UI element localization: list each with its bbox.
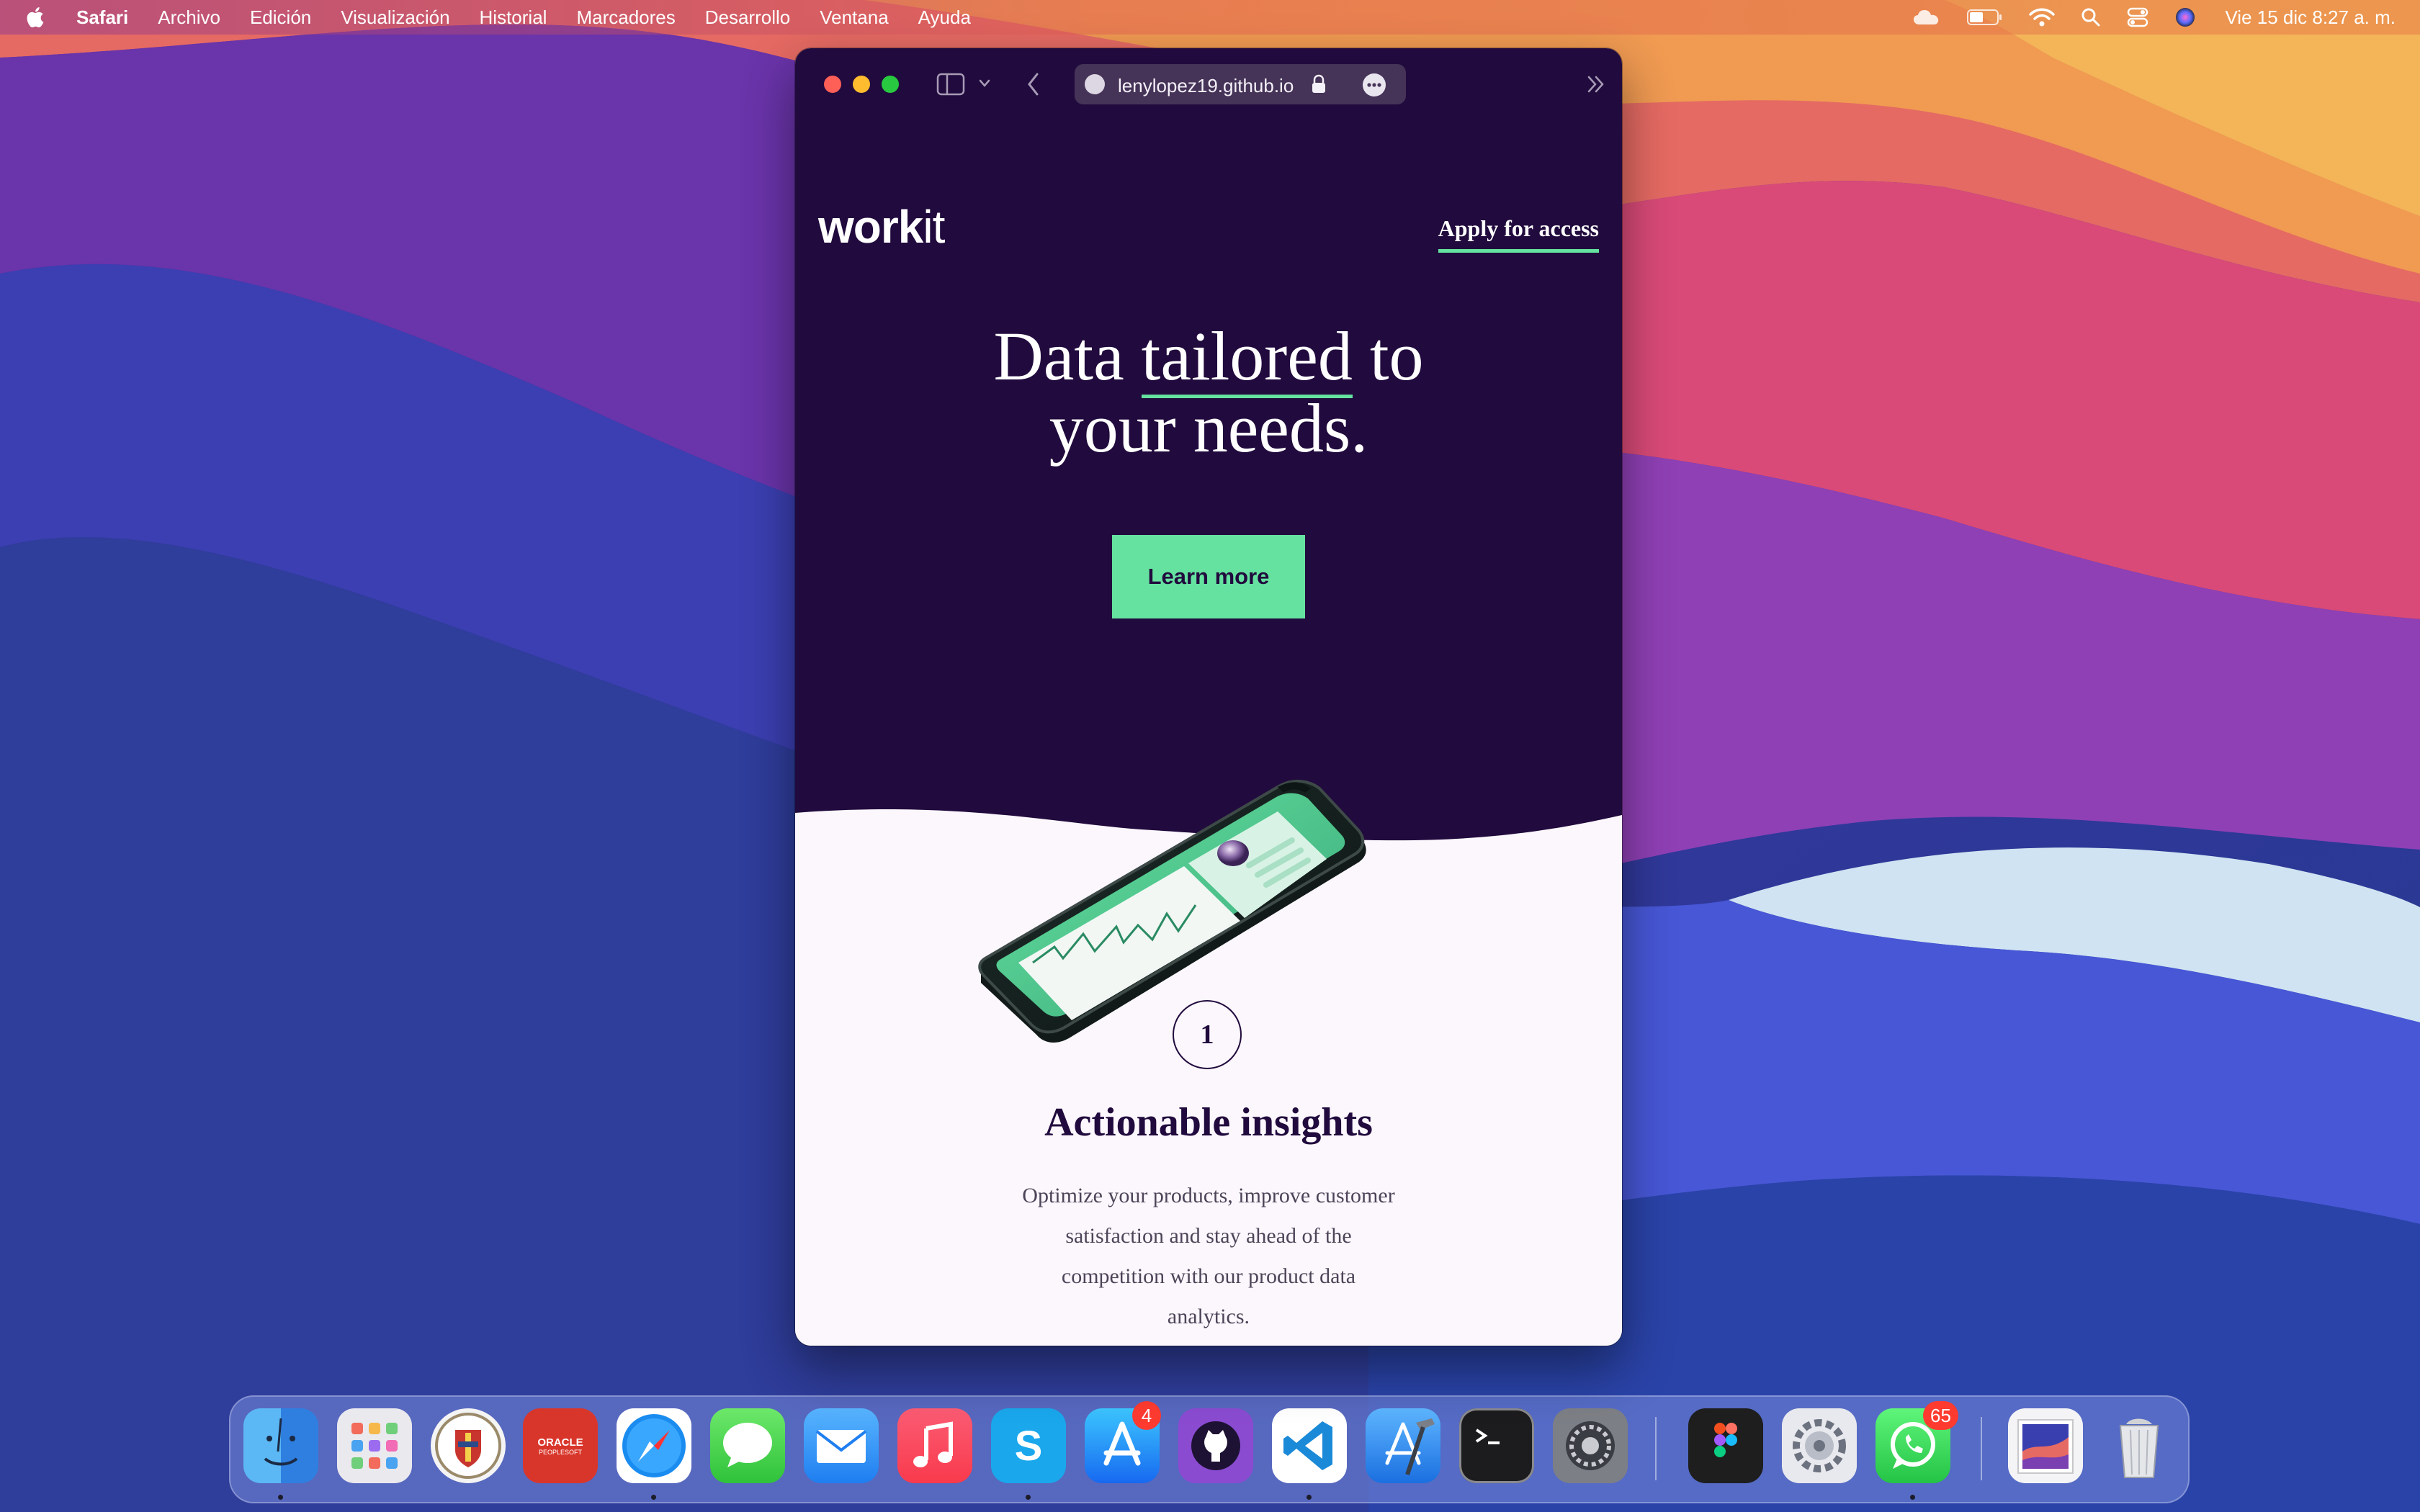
browser-toolbar: lenylopez19.github.io (795, 48, 1622, 120)
learn-more-button[interactable]: Learn more (1112, 535, 1305, 618)
wifi-icon[interactable] (2029, 7, 2056, 27)
siri-icon[interactable] (2174, 6, 2196, 28)
xcode-icon[interactable] (1366, 1408, 1440, 1483)
window-minimize-button[interactable] (853, 76, 870, 93)
headline-line-2: your needs. (1049, 390, 1368, 467)
site-favicon-icon (1085, 74, 1105, 94)
whatsapp-running-indicator (1910, 1495, 1915, 1500)
menu-archivo[interactable]: Archivo (158, 6, 220, 29)
preview-icon[interactable] (2008, 1408, 2083, 1483)
app-store-badge: 4 (1132, 1401, 1161, 1430)
feature-description: Optimize your products, improve customer… (1022, 1184, 1395, 1328)
menu-edicion[interactable]: Edición (250, 6, 311, 29)
hero-headline: Data tailored to your needs. (795, 318, 1622, 467)
site-logo[interactable]: workit (818, 201, 945, 253)
peoplesoft-label: PEOPLESOFT (538, 1448, 583, 1456)
apple-logo-icon[interactable] (26, 5, 48, 30)
oracle-label: ORACLE (537, 1436, 583, 1449)
icloud-icon[interactable] (1912, 9, 1941, 26)
back-icon[interactable] (1026, 72, 1041, 96)
menu-ventana[interactable]: Ventana (820, 6, 888, 29)
trash-icon[interactable] (2102, 1408, 2177, 1483)
music-icon[interactable] (897, 1408, 972, 1483)
logo-bold-text: work (818, 201, 923, 253)
menu-visualizacion[interactable]: Visualización (341, 6, 449, 29)
safari-window: lenylopez19.github.io workit Apply for a… (795, 48, 1622, 1346)
sidebar-icon[interactable] (936, 73, 965, 96)
menu-historial[interactable]: Historial (480, 6, 547, 29)
step-number-badge: 1 (1173, 1000, 1242, 1069)
mail-icon[interactable] (804, 1408, 879, 1483)
finder-icon[interactable] (243, 1408, 318, 1483)
launchpad-icon[interactable] (337, 1408, 412, 1483)
institution-app-icon[interactable] (431, 1408, 506, 1483)
whatsapp-badge: 65 (1923, 1401, 1958, 1430)
system-settings-icon[interactable] (1553, 1408, 1628, 1483)
github-desktop-icon[interactable] (1178, 1408, 1253, 1483)
dock-separator (1655, 1417, 1657, 1480)
skype-icon[interactable]: S (991, 1408, 1066, 1483)
dock: ORACLE PEOPLESOFT S 4 65 (229, 1395, 2190, 1503)
chevron-down-icon[interactable] (978, 78, 991, 89)
double-chevron-icon[interactable] (1585, 74, 1608, 94)
terminal-icon[interactable] (1459, 1408, 1534, 1483)
headline-highlight: tailored (1141, 318, 1353, 398)
headline-part-1: Data (993, 318, 1142, 395)
headline-part-2: to (1352, 318, 1424, 395)
menu-bar: Safari Archivo Edición Visualización His… (0, 0, 2420, 35)
menu-clock[interactable]: Vie 15 dic 8:27 a. m. (2225, 6, 2396, 29)
menu-ayuda[interactable]: Ayuda (918, 6, 971, 29)
feature-title: Actionable insights (1044, 1100, 1373, 1145)
oracle-peoplesoft-icon[interactable]: ORACLE PEOPLESOFT (523, 1408, 598, 1483)
figma-icon[interactable] (1688, 1408, 1763, 1483)
battery-icon[interactable] (1967, 9, 2003, 26)
control-center-icon[interactable] (2127, 7, 2148, 27)
spotlight-icon[interactable] (2081, 7, 2101, 27)
menu-desarrollo[interactable]: Desarrollo (705, 6, 791, 29)
vscode-icon[interactable] (1272, 1408, 1347, 1483)
window-zoom-button[interactable] (882, 76, 899, 93)
skype-letter: S (1014, 1422, 1043, 1470)
apply-for-access-link[interactable]: Apply for access (1438, 215, 1599, 253)
finder-running-indicator (278, 1495, 283, 1500)
more-icon[interactable] (1363, 73, 1386, 96)
address-bar[interactable]: lenylopez19.github.io (1075, 64, 1406, 104)
web-page: workit Apply for access Data tailored to… (795, 120, 1622, 1346)
system-preferences-icon[interactable] (1782, 1408, 1857, 1483)
messages-icon[interactable] (710, 1408, 785, 1483)
address-url[interactable]: lenylopez19.github.io (1118, 75, 1294, 97)
menu-marcadores[interactable]: Marcadores (576, 6, 675, 29)
safari-app-icon[interactable] (617, 1408, 691, 1483)
logo-light-text: it (923, 201, 945, 253)
window-close-button[interactable] (824, 76, 841, 93)
safari-running-indicator (651, 1495, 656, 1500)
dock-separator-2 (1981, 1417, 1982, 1480)
vscode-running-indicator (1307, 1495, 1312, 1500)
lock-icon (1312, 74, 1325, 93)
skype-running-indicator (1026, 1495, 1031, 1500)
menu-app-name[interactable]: Safari (76, 6, 128, 29)
